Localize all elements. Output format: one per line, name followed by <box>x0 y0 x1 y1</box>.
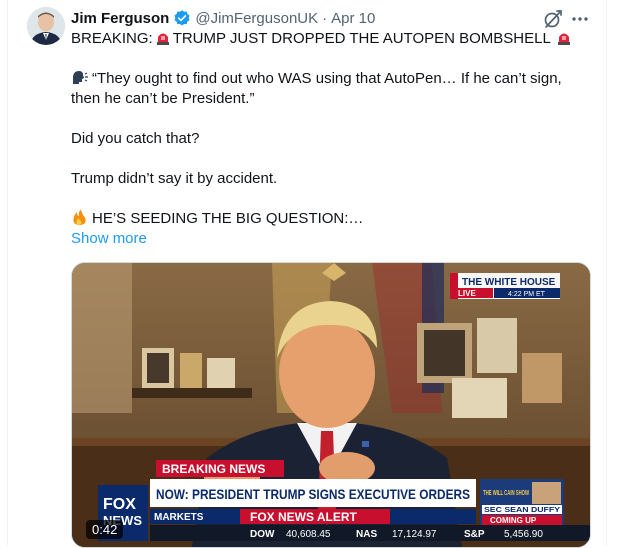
speaking-head-emoji-icon <box>73 71 88 84</box>
fox-logo-line1: FOX <box>103 496 136 513</box>
siren-emoji-icon <box>156 33 169 45</box>
tweet-paragraph: Trump didn’t say it by accident. <box>71 170 278 187</box>
show-more-link[interactable]: Show more <box>71 230 147 247</box>
grok-icon[interactable] <box>542 8 564 30</box>
fire-emoji-icon <box>73 209 86 225</box>
tweet-quote-line-1: “They ought to find out who WAS using th… <box>71 69 562 89</box>
channel-bug-text: THE WHITE HOUSE <box>462 277 556 288</box>
fox-alert-label: FOX NEWS ALERT <box>250 510 358 524</box>
markets-label: MARKETS <box>154 512 204 523</box>
tweet-paragraph-text: HE’S SEEDING THE BIG QUESTION:… <box>92 210 364 227</box>
video-duration-badge: 0:42 <box>86 520 124 539</box>
more-options-icon[interactable] <box>570 9 590 29</box>
tweet-text-line-breaking: BREAKING: TRUMP JUST DROPPED THE AUTOPEN … <box>71 29 574 49</box>
breaking-prefix: BREAKING: <box>71 30 153 47</box>
separator: · <box>322 9 328 27</box>
live-label: LIVE <box>458 289 476 298</box>
ticker-value-nas: 17,124.97 <box>392 529 437 540</box>
ticker-label-dow: DOW <box>250 529 275 540</box>
tweet-paragraph: Did you catch that? <box>71 130 200 147</box>
author-name[interactable]: Jim Ferguson <box>71 10 169 27</box>
breaking-news-label: BREAKING NEWS <box>162 462 265 476</box>
tweet-header: Jim Ferguson @JimFergusonUK · Apr 10 <box>71 8 375 28</box>
video-frame: THE WHITE HOUSE LIVE 4:22 PM ET BREAKING… <box>72 263 590 547</box>
ticker-label-sp: S&P <box>464 529 485 540</box>
show-promo-coming-up: COMING UP <box>490 516 537 525</box>
ticker-value-sp: 5,456.90 <box>504 529 543 540</box>
quote-text-1: “They ought to find out who WAS using th… <box>92 70 562 87</box>
verified-badge-icon[interactable] <box>173 9 191 27</box>
show-promo-guest: SEC SEAN DUFFY <box>484 507 560 514</box>
quote-text-2: then he can’t be President.” <box>71 90 255 107</box>
show-promo-title: THE WILL CAIN SHOW <box>483 490 529 497</box>
ticker-label-nas: NAS <box>356 529 377 540</box>
breaking-headline: TRUMP JUST DROPPED THE AUTOPEN BOMBSHELL <box>172 30 551 47</box>
tweet-paragraph: HE’S SEEDING THE BIG QUESTION:… <box>71 209 363 229</box>
tweet-date[interactable]: Apr 10 <box>331 10 375 27</box>
avatar[interactable] <box>27 7 65 45</box>
siren-emoji-icon <box>557 33 570 45</box>
ticker-value-dow: 40,608.45 <box>286 529 331 540</box>
video-player[interactable]: THE WHITE HOUSE LIVE 4:22 PM ET BREAKING… <box>71 262 591 548</box>
author-handle[interactable]: @JimFergusonUK <box>195 10 318 27</box>
live-time: 4:22 PM ET <box>508 291 546 298</box>
video-headline: NOW: PRESIDENT TRUMP SIGNS EXECUTIVE ORD… <box>156 486 470 502</box>
